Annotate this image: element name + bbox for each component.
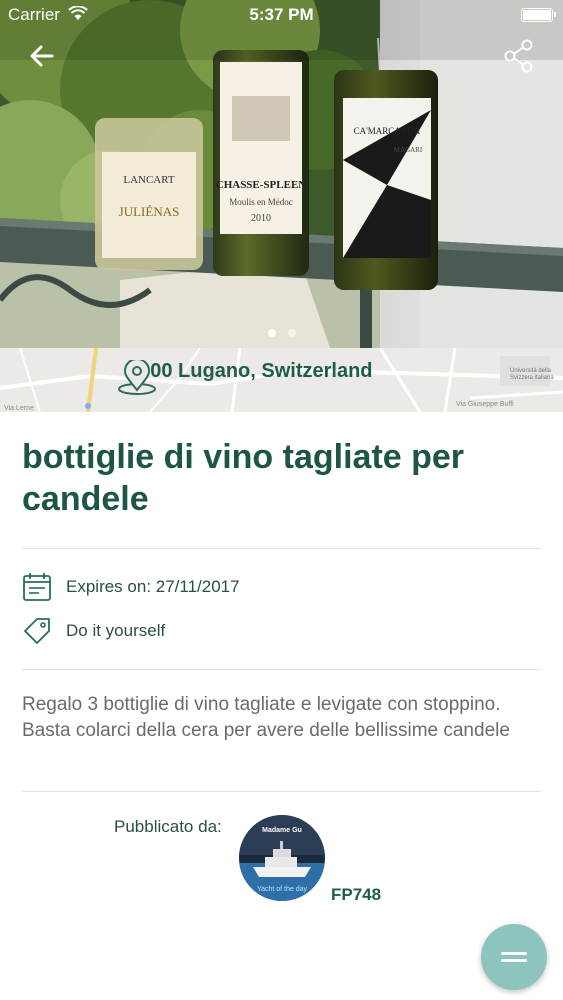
expiry-row: Expires on: 27/11/2017 (22, 572, 240, 602)
listing-photo-gallery[interactable]: LANCART JULIÉNAS CHASSE-SPLEEN Moulis en… (0, 0, 563, 348)
bottle-1-brand: LANCART (123, 174, 175, 186)
divider (22, 791, 541, 792)
published-by-label: Pubblicato da: (114, 817, 222, 836)
listing-photo: LANCART JULIÉNAS CHASSE-SPLEEN Moulis en… (0, 0, 563, 348)
category-text: Do it yourself (66, 621, 166, 640)
location-text: 6900 Lugano, Switzerland (128, 360, 373, 382)
status-time: 5:37 PM (249, 5, 314, 24)
bottle-1-name: JULIÉNAS (119, 204, 180, 219)
gallery-pager (0, 329, 563, 337)
bottle-3-brand: CA'MARCANDA (354, 126, 421, 136)
map-street-label: Via Giuseppe Buffi (456, 401, 514, 408)
battery-icon (521, 8, 556, 22)
listing-description: Regalo 3 bottiglie di vino tagliate e le… (22, 694, 510, 741)
expiry-text: Expires on: 27/11/2017 (66, 577, 240, 596)
divider (22, 669, 541, 670)
avatar-image: Madame Gu Yacht of the day (239, 815, 325, 901)
divider (22, 548, 541, 549)
map-poi-label: Università della Svizzera italiana (510, 368, 554, 381)
avatar-bottom-text: Yacht of the day (257, 886, 308, 893)
pager-dot[interactable] (267, 329, 276, 337)
category-row: Do it yourself (22, 617, 165, 645)
map-pin-icon (118, 360, 156, 395)
publisher-username[interactable]: FP748 (331, 885, 381, 905)
tag-icon (24, 618, 50, 644)
avatar-top-text: Madame Gu (262, 827, 302, 834)
location-row: 6900 Lugano, Switzerland (116, 360, 373, 395)
bottle-2-year: 2010 (251, 213, 271, 224)
pager-dot[interactable] (287, 329, 296, 337)
back-button[interactable] (22, 36, 62, 76)
publisher-avatar[interactable]: Madame Gu Yacht of the day (239, 815, 325, 901)
listing-title: bottiglie di vino tagliate per candele (22, 438, 465, 518)
share-icon (504, 39, 533, 73)
share-button[interactable] (503, 38, 535, 74)
status-bar: Carrier 5:37 PM (0, 0, 563, 30)
location-map[interactable]: Via Lerne Via Giuseppe Buffi Università … (0, 348, 563, 412)
bottle-2-brand: CHASSE-SPLEEN (216, 179, 307, 191)
menu-fab-button[interactable] (481, 924, 547, 990)
calendar-icon (23, 573, 51, 601)
bottle-3-name: MAGARI (394, 146, 423, 154)
arrow-left-icon (30, 45, 54, 67)
bottle-2-sub: Moulis en Médoc (229, 197, 293, 207)
map-street-label: Via Lerne (4, 405, 34, 412)
